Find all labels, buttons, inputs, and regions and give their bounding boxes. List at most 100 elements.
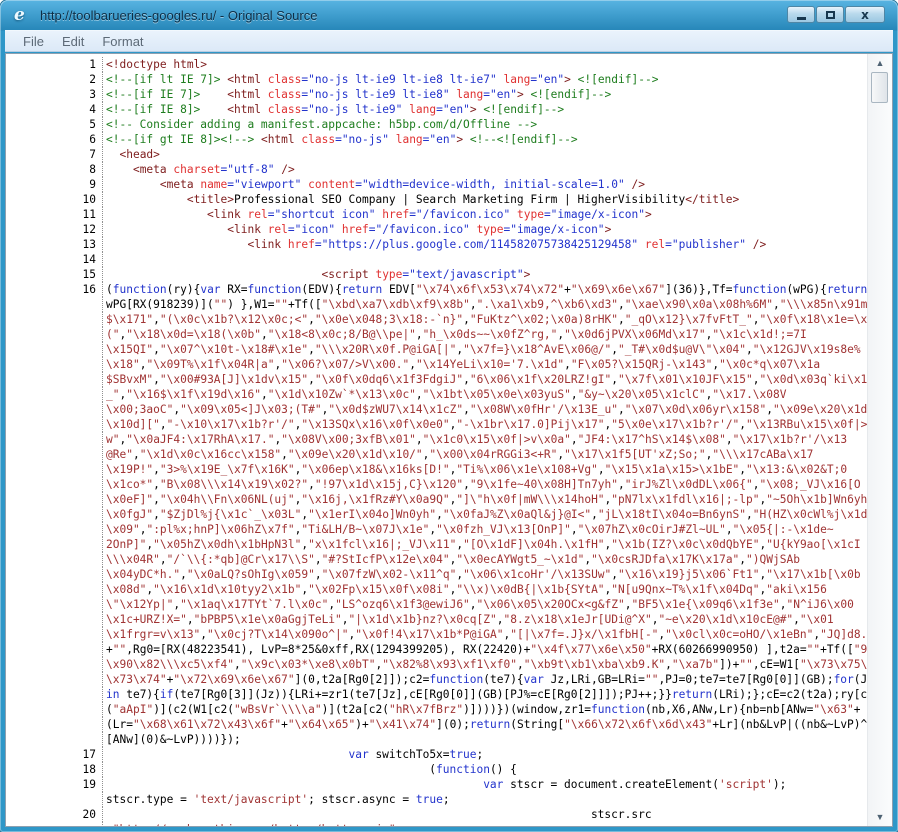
source-line: \"\x12Yp|","\x1aq\x17TYt`7.l\x0c","LS^oz… (6, 597, 867, 612)
code-text: ="http://w.sharethis.com/button/buttons.… (102, 822, 867, 826)
line-number (6, 657, 96, 672)
scroll-down-arrow-icon[interactable]: ▼ (868, 812, 892, 822)
line-number: 19 (6, 777, 96, 792)
source-line: _","\x16$\x1f\x19d\x16","\x1d\x10Zw`*\x1… (6, 387, 867, 402)
source-line: \x19P!","3>%\x19E_\x7f\x16K","\x06ep\x18… (6, 462, 867, 477)
source-line: ("aApI")](c2(W1[c2("wBsVr`\\\\a")](t2a[c… (6, 702, 867, 717)
source-line: (Lr="\x68\x61\x72\x43\x6f"+"\x64\x65")+"… (6, 717, 867, 732)
code-text: <!--[if gt IE 8]><!--> <html class="no-j… (102, 132, 867, 147)
source-line: (","\x18\x0d=\x18(\x0b","\x18<8\x0c;8/B@… (6, 327, 867, 342)
source-line: [ANw](0)&~LvP))))}); (6, 732, 867, 747)
code-text: \\\x04R","/`\\{:*qb]@Cr\x17\\S","#?StIcf… (102, 552, 867, 567)
maximize-button[interactable] (816, 6, 844, 23)
line-number: 9 (6, 177, 96, 192)
line-number (6, 582, 96, 597)
source-line: 18 (function() { (6, 762, 867, 777)
code-text: \x0eF]","\x04h\\Fn\x06NL(uj","\x16j,\x1f… (102, 492, 867, 507)
line-number: 15 (6, 267, 96, 282)
source-line: 15 <script type="text/javascript"> (6, 267, 867, 282)
code-text: var stscr = document.createElement('scri… (102, 777, 867, 792)
source-line: \x09",":pl%x;hnP]\x06hZ\x7f","Ti&LH/B~\x… (6, 522, 867, 537)
line-number: 13 (6, 237, 96, 252)
source-rows: 1<!doctype html>2<!--[if lt IE 7]> <html… (6, 54, 867, 826)
source-line: stscr.type = 'text/javascript'; stscr.as… (6, 792, 867, 807)
code-text: (","\x18\x0d=\x18(\x0b","\x18<8\x0c;8/B@… (102, 327, 867, 342)
line-number (6, 342, 96, 357)
ie-logo-icon: e (14, 6, 32, 24)
line-number (6, 552, 96, 567)
line-number (6, 792, 96, 807)
source-line: \x08d","\x16\x1d\x10tyy2\x1b","\x02Fp\x1… (6, 582, 867, 597)
source-line: 4<!--[if IE 8]> <html class="no-js lt-ie… (6, 102, 867, 117)
menu-format[interactable]: Format (93, 32, 152, 51)
minimize-button[interactable] (787, 6, 815, 23)
line-number (6, 627, 96, 642)
source-line: 20 stscr.src (6, 807, 867, 822)
code-text: var switchTo5x=true; (102, 747, 867, 762)
menubar: File Edit Format (5, 30, 893, 52)
line-number: 6 (6, 132, 96, 147)
line-number (6, 537, 96, 552)
source-line: 11 <link rel="shortcut icon" href="/favi… (6, 207, 867, 222)
source-line: \x10d][","-\x10\x17\x1b?r'/","\x13SQx\x1… (6, 417, 867, 432)
line-number (6, 642, 96, 657)
source-line: 9 <meta name="viewport" content="width=d… (6, 177, 867, 192)
source-line: \x1co*","B\x08\\\x14\x19\x02?","!97\x1d\… (6, 477, 867, 492)
source-line: ="http://w.sharethis.com/button/buttons.… (6, 822, 867, 826)
code-text: $SBvxM","\x00#93A[J]\x1dv\x15","\x0f\x0d… (102, 372, 867, 387)
scroll-up-arrow-icon[interactable]: ▲ (868, 58, 892, 68)
maximize-icon (826, 11, 835, 19)
source-line: \x15QI","\x07^\x10t-\x18#\x1e","\\\x20R\… (6, 342, 867, 357)
line-number: 2 (6, 72, 96, 87)
code-text: <link rel="shortcut icon" href="/favicon… (102, 207, 867, 222)
line-number: 14 (6, 252, 96, 267)
code-text: \x09",":pl%x;hnP]\x06hZ\x7f","Ti&LH/B~\x… (102, 522, 867, 537)
titlebar[interactable]: e http://toolbarueries-googles.ru/ - Ori… (0, 0, 898, 30)
source-line: w","\x0aJF4:\x17RhA\x17.","\x08V\x00;3xf… (6, 432, 867, 447)
code-text: \x10d][","-\x10\x17\x1b?r'/","\x13SQx\x1… (102, 417, 867, 432)
source-line: \x1c+URZ!X=","bPBP5\x1e\x0aGgjTeLi","|\x… (6, 612, 867, 627)
line-number (6, 462, 96, 477)
line-number (6, 477, 96, 492)
source-line: 10 <title>Professional SEO Company | Sea… (6, 192, 867, 207)
code-text: \x1co*","B\x08\\\x14\x19\x02?","!97\x1d\… (102, 477, 867, 492)
close-icon: x (861, 9, 869, 21)
code-text: \x1c+URZ!X=","bPBP5\x1e\x0aGgjTeLi","|\x… (102, 612, 867, 627)
scroll-thumb[interactable] (871, 72, 888, 103)
menu-file[interactable]: File (14, 32, 53, 51)
code-text: ("aApI")](c2(W1[c2("wBsVr`\\\\a")](t2a[c… (102, 702, 867, 717)
code-text: (Lr="\x68\x61\x72\x43\x6f"+"\x64\x65")+"… (102, 717, 867, 732)
code-text: \x18","\x09T%\x1f\x04R|a","\x06?\x07/>V\… (102, 357, 867, 372)
line-number: 11 (6, 207, 96, 222)
code-text: wPG[RX(918239)]("") },W1=""+Tf(["\xbd\xa… (102, 297, 867, 312)
code-text: \x08d","\x16\x1d\x10tyy2\x1b","\x02Fp\x1… (102, 582, 867, 597)
code-text: w","\x0aJF4:\x17RhA\x17.","\x08V\x00;3xf… (102, 432, 867, 447)
source-line: \x18","\x09T%\x1f\x04R|a","\x06?\x07/>V\… (6, 357, 867, 372)
code-text: (function() { (102, 762, 867, 777)
line-number (6, 327, 96, 342)
code-text: \x15QI","\x07^\x10t-\x18#\x1e","\\\x20R\… (102, 342, 867, 357)
source-line: \x90\x82\\\xc5\xf4","\x9c\x03*\xe8\x0bT"… (6, 657, 867, 672)
line-number (6, 432, 96, 447)
close-button[interactable]: x (845, 6, 885, 23)
line-number (6, 567, 96, 582)
menu-edit[interactable]: Edit (53, 32, 93, 51)
source-content: 1<!doctype html>2<!--[if lt IE 7]> <html… (5, 53, 893, 827)
line-number (6, 507, 96, 522)
code-text: <!--[if IE 8]> <html class="no-js lt-ie9… (102, 102, 867, 117)
code-text: <meta charset="utf-8" /> (102, 162, 867, 177)
source-line: 12 <link rel="icon" href="/favicon.ico" … (6, 222, 867, 237)
line-number (6, 447, 96, 462)
code-text: \x00;3aoC","\x09\x05<]J\x03;(T#","\x0d$z… (102, 402, 867, 417)
line-number (6, 417, 96, 432)
line-number (6, 597, 96, 612)
code-text: <meta name="viewport" content="width=dev… (102, 177, 867, 192)
vertical-scrollbar[interactable]: ▲ ▼ (867, 54, 892, 826)
source-line: 2 <!--[if lt IE 7]> <html class="no-js lt… (6, 72, 867, 87)
code-text: <!--[if lt IE 7]> <html class="no-js lt-… (102, 72, 867, 87)
line-number (6, 612, 96, 627)
code-text: \x1frgr=v\x13","\x0cj?T\x14\x090o^|","\x… (102, 627, 867, 642)
source-line: \x73\x74"+"\x72\x69\x6e\x67"](0,t2a[Rg0[… (6, 672, 867, 687)
line-number (6, 402, 96, 417)
line-number: 17 (6, 747, 96, 762)
